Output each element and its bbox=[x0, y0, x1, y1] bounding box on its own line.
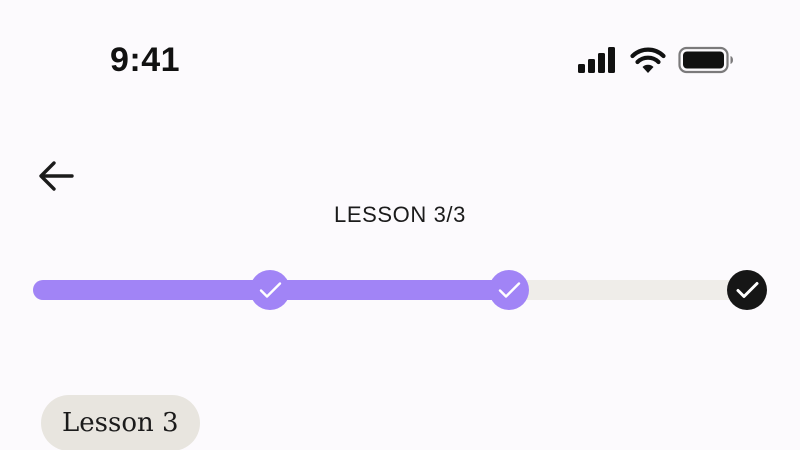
progress-step-node bbox=[727, 270, 767, 310]
progress-step-node bbox=[250, 270, 290, 310]
status-time: 9:41 bbox=[110, 41, 181, 79]
progress-step-3 bbox=[727, 270, 767, 310]
progress-fill bbox=[33, 280, 522, 300]
battery-icon bbox=[678, 46, 734, 74]
status-icons bbox=[578, 44, 734, 76]
check-icon bbox=[498, 282, 521, 298]
wifi-icon bbox=[630, 46, 666, 74]
lesson-progress-title: LESSON 3/3 bbox=[334, 202, 466, 227]
check-icon bbox=[259, 282, 282, 298]
lesson-chip[interactable]: Lesson 3 bbox=[41, 395, 200, 450]
progress-step-2 bbox=[489, 270, 529, 310]
progress-step-node bbox=[489, 270, 529, 310]
check-icon bbox=[736, 282, 759, 298]
progress-track bbox=[33, 280, 763, 300]
arrow-left-icon bbox=[38, 160, 74, 197]
back-button[interactable] bbox=[34, 156, 78, 200]
lesson-screen: 9:41 LESSON 3/3 Lesson 3 bbox=[0, 0, 800, 450]
progress-step-1 bbox=[250, 270, 290, 310]
cellular-signal-icon bbox=[578, 47, 618, 73]
